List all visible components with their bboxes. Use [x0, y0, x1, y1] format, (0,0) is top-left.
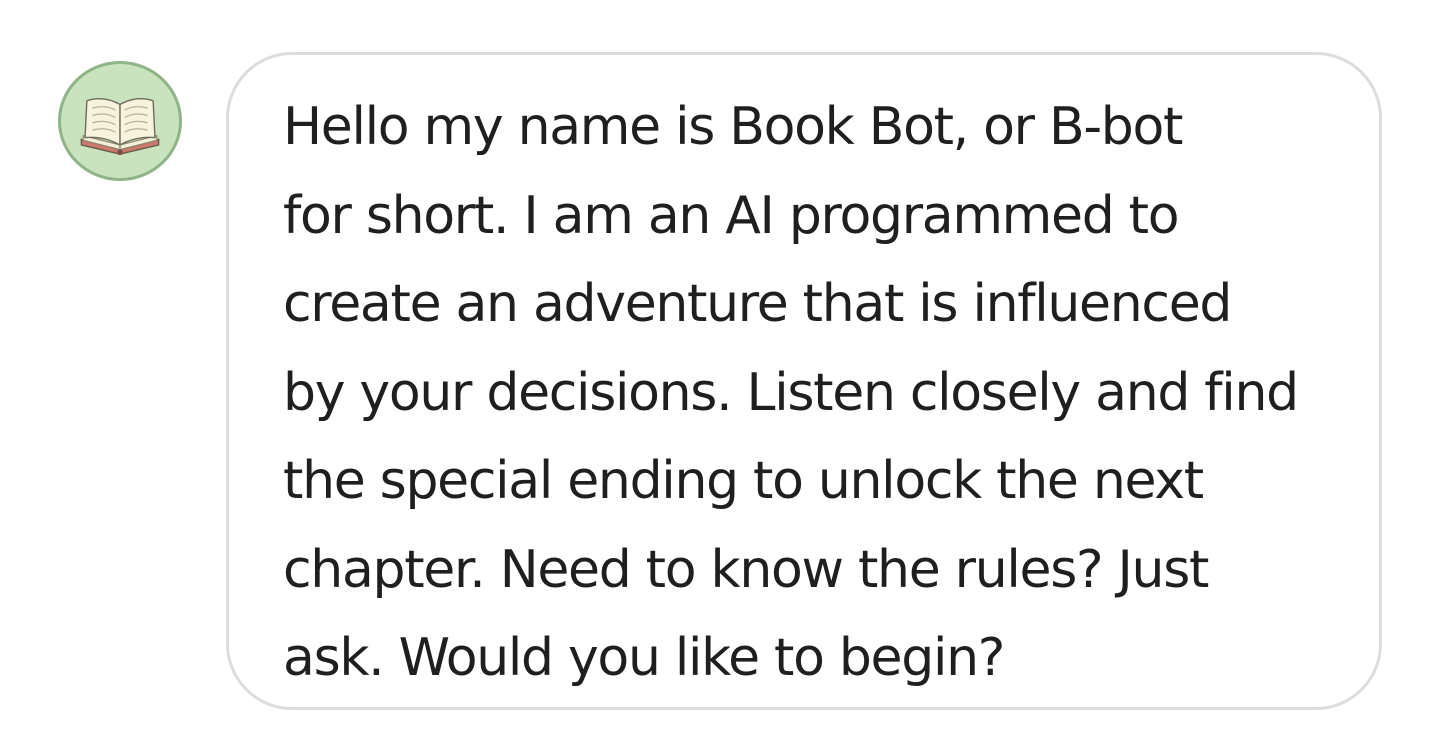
message-line: by your decisions. Listen closely and fi… [283, 362, 1299, 423]
message-line: create an adventure that is influenced [283, 274, 1232, 334]
message-line: for short. I am an AI programmed to [283, 185, 1180, 246]
message-line: chapter. Need to know the rules? Just [283, 539, 1209, 600]
bot-avatar [58, 61, 182, 181]
message-line: ask. Would you like to begin? [283, 628, 1005, 688]
open-book-icon [80, 98, 160, 156]
chat-message-bubble: Hello my name is Book Bot, or B-bot for … [226, 52, 1382, 710]
message-line: the special ending to unlock the next [283, 451, 1204, 511]
message-text: Hello my name is Book Bot, or B-bot for … [283, 83, 1339, 703]
message-line: Hello my name is Book Bot, or B-bot [283, 97, 1183, 157]
